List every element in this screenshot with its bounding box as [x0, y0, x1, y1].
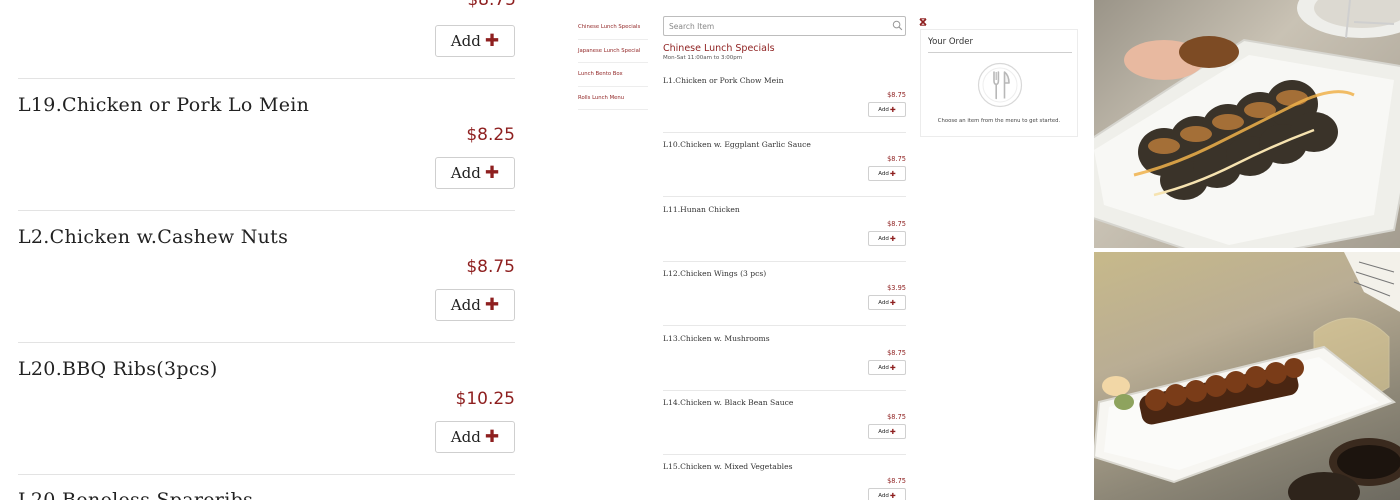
order-panel: Your Order Choose an item from the menu …: [920, 29, 1078, 137]
add-button[interactable]: Add ✚: [868, 424, 906, 439]
category-chinese-lunch-specials[interactable]: Chinese Lunch Specials: [578, 16, 648, 40]
add-label: Add: [450, 428, 481, 446]
item-divider: [663, 325, 906, 326]
add-button[interactable]: Add ✚: [868, 360, 906, 375]
item-price: $10.25: [455, 389, 515, 409]
add-label: Add: [450, 296, 481, 314]
add-label: Add: [450, 32, 481, 50]
menu-page: Chinese Lunch Specials Japanese Lunch Sp…: [570, 0, 1090, 500]
item-divider: [663, 454, 906, 455]
category-japanese-lunch-special[interactable]: Japanese Lunch Special: [578, 40, 648, 63]
plus-icon: ✚: [484, 427, 500, 447]
item-divider: [663, 132, 906, 133]
item-name: L11.Hunan Chicken: [663, 205, 740, 214]
item-price: $8.75: [887, 91, 906, 99]
plus-icon: ✚: [484, 31, 500, 51]
menu-item: L13.Chicken w. Mushrooms $8.75 Add ✚: [663, 334, 906, 379]
item-divider: [663, 261, 906, 262]
menu-item: L10.Chicken w. Eggplant Garlic Sauce $8.…: [663, 140, 906, 185]
item-price: $8.75: [887, 220, 906, 228]
search-input[interactable]: [663, 16, 906, 36]
item-price: $8.75: [887, 413, 906, 421]
add-button[interactable]: Add ✚: [868, 102, 906, 117]
add-button[interactable]: Add ✚: [435, 157, 515, 189]
add-button[interactable]: Add ✚: [435, 421, 515, 453]
plus-icon: ✚: [484, 295, 500, 315]
plus-icon: ✚: [889, 491, 896, 500]
item-name: L2.Chicken w.Cashew Nuts: [18, 226, 289, 248]
add-label: Add: [878, 428, 889, 435]
plus-icon: ✚: [889, 427, 896, 436]
add-label: Add: [450, 164, 481, 182]
item-name: L10.Chicken w. Eggplant Garlic Sauce: [663, 140, 811, 149]
item-price: $8.75: [887, 155, 906, 163]
fork-knife-icon: [977, 62, 1023, 108]
add-button[interactable]: Add ✚: [868, 166, 906, 181]
eel-roll-photo: [1094, 252, 1400, 500]
menu-item: L20.BBQ Ribs(3pcs) $10.25 Add ✚: [18, 358, 515, 458]
item-price: $8.25: [466, 125, 515, 145]
add-label: Add: [878, 106, 889, 113]
zoomed-menu-panel: $8.75 Add ✚ L19.Chicken or Pork Lo Mein …: [0, 0, 540, 500]
item-divider: [18, 210, 515, 211]
section-title: Chinese Lunch Specials: [663, 43, 775, 54]
item-price: $8.75: [887, 477, 906, 485]
plus-icon: ✚: [889, 105, 896, 114]
plus-icon: ✚: [889, 363, 896, 372]
add-label: Add: [878, 364, 889, 371]
close-icon[interactable]: [919, 18, 927, 26]
item-name: L20.BBQ Ribs(3pcs): [18, 358, 218, 380]
menu-item: L14.Chicken w. Black Bean Sauce $8.75 Ad…: [663, 398, 906, 443]
add-label: Add: [878, 299, 889, 306]
item-price: $8.75: [467, 0, 516, 10]
menu-item: L2.Chicken w.Cashew Nuts $8.75 Add ✚: [18, 226, 515, 326]
menu-item: L20.Boneless Spareribs: [18, 489, 515, 500]
add-button[interactable]: Add ✚: [868, 488, 906, 500]
order-empty-message: Choose an item from the menu to get star…: [937, 118, 1061, 124]
item-name: L20.Boneless Spareribs: [18, 489, 254, 500]
add-button[interactable]: Add ✚: [868, 231, 906, 246]
item-divider: [18, 474, 515, 475]
add-button[interactable]: Add ✚: [435, 289, 515, 321]
add-label: Add: [878, 235, 889, 242]
item-divider: [663, 390, 906, 391]
order-divider: [928, 52, 1072, 53]
category-nav: Chinese Lunch Specials Japanese Lunch Sp…: [578, 16, 648, 110]
menu-item: L12.Chicken Wings (3 pcs) $3.95 Add ✚: [663, 269, 906, 314]
item-price: $8.75: [887, 349, 906, 357]
plus-icon: ✚: [889, 169, 896, 178]
category-lunch-bento-box[interactable]: Lunch Bento Box: [578, 63, 648, 87]
item-name: L1.Chicken or Pork Chow Mein: [663, 76, 784, 85]
plus-icon: ✚: [889, 298, 896, 307]
item-divider: [663, 196, 906, 197]
item-name: L14.Chicken w. Black Bean Sauce: [663, 398, 794, 407]
menu-item: L15.Chicken w. Mixed Vegetables $8.75 Ad…: [663, 462, 906, 500]
add-button[interactable]: Add ✚: [868, 295, 906, 310]
item-name: L15.Chicken w. Mixed Vegetables: [663, 462, 793, 471]
menu-item: L1.Chicken or Pork Chow Mein $8.75 Add ✚: [663, 76, 906, 121]
plus-icon: ✚: [484, 163, 500, 183]
search-icon[interactable]: [892, 20, 903, 31]
menu-item: L11.Hunan Chicken $8.75 Add ✚: [663, 205, 906, 250]
item-name: L13.Chicken w. Mushrooms: [663, 334, 770, 343]
add-button[interactable]: Add ✚: [435, 25, 515, 57]
category-rolls-lunch-menu[interactable]: Rolls Lunch Menu: [578, 87, 648, 110]
plus-icon: ✚: [889, 234, 896, 243]
item-name: L12.Chicken Wings (3 pcs): [663, 269, 767, 278]
item-divider: [18, 78, 515, 79]
item-price: $3.95: [887, 284, 906, 292]
sushi-roll-photo: [1094, 0, 1400, 248]
add-label: Add: [878, 492, 889, 499]
menu-item: L19.Chicken or Pork Lo Mein $8.25 Add ✚: [18, 94, 515, 194]
item-name: L19.Chicken or Pork Lo Mein: [18, 94, 310, 116]
add-label: Add: [878, 170, 889, 177]
order-title: Your Order: [928, 37, 974, 47]
section-hours: Mon-Sat 11:00am to 3:00pm: [663, 55, 743, 61]
item-divider: [18, 342, 515, 343]
item-price: $8.75: [466, 257, 515, 277]
